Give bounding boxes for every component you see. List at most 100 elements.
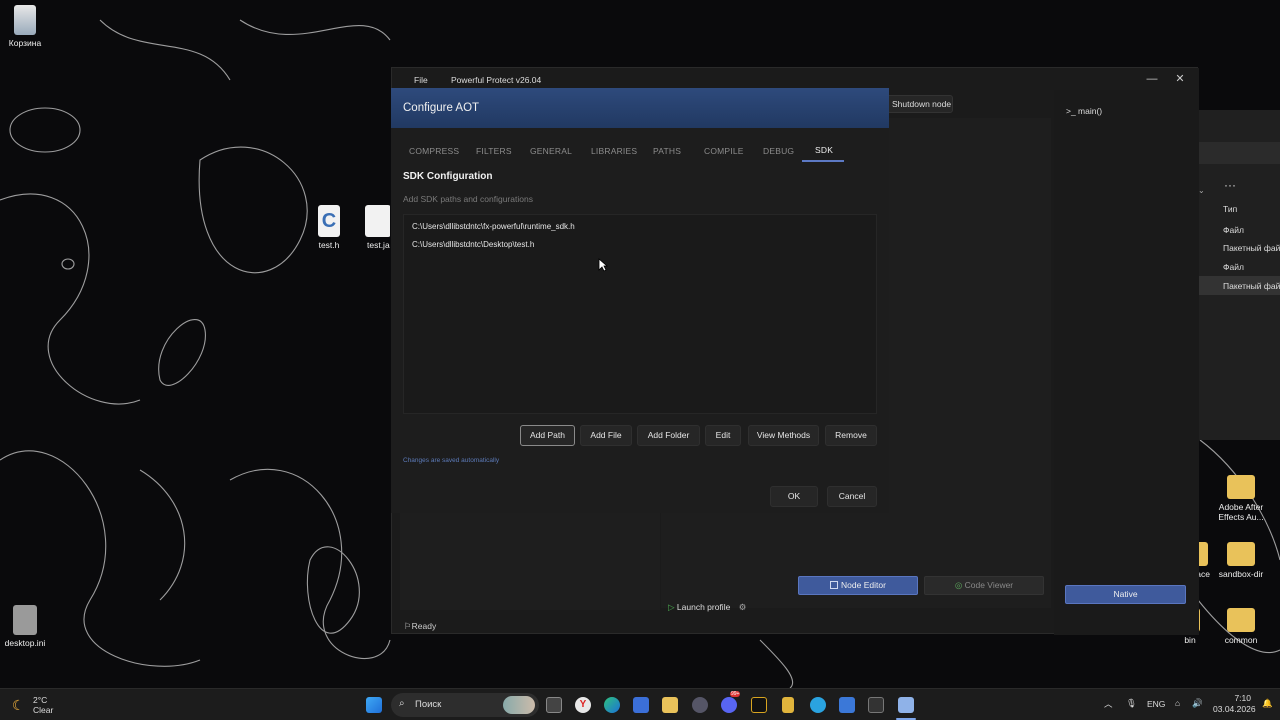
native-label: Native [1113, 589, 1138, 599]
yandex-browser-icon[interactable]: Y [575, 697, 591, 713]
status-text: Ready [411, 621, 437, 631]
folder-icon [1227, 608, 1255, 632]
taskbar: ☾ 2°C Clear ⌕ Поиск Y 99+ ︿ 🎙 ENG ⌂ 🔊 7:… [0, 688, 1280, 720]
desktop-icon-label: test.jar [367, 240, 390, 250]
notepad-icon[interactable] [839, 697, 855, 713]
node-editor-label: Node Editor [841, 580, 886, 590]
list-item[interactable]: C:\Users\dllibstdntc\fx-powerful\runtime… [412, 222, 575, 231]
menu-file[interactable]: File [414, 75, 428, 85]
shutdown-node-button[interactable]: Shutdown node [885, 95, 953, 113]
notifications-icon[interactable]: 🔔 [1262, 698, 1273, 709]
tab-general[interactable]: GENERAL [530, 146, 572, 156]
file-type-cell[interactable]: Файл [1223, 262, 1244, 272]
desktop-icon-label: Adobe After Effects Au... [1218, 502, 1264, 522]
configure-aot-dialog: Configure AOT COMPRESS FILTERS GENERAL L… [391, 88, 889, 513]
search-icon: ⌕ [399, 698, 405, 709]
clock-time: 7:10 [1234, 693, 1251, 703]
desktop-icon-sandbox-dir[interactable]: sandbox-dir [1211, 542, 1271, 579]
weather-desc: Clear [33, 705, 54, 715]
tab-debug[interactable]: DEBUG [763, 146, 794, 156]
search-box[interactable]: ⌕ Поиск [391, 693, 539, 717]
ok-button[interactable]: OK [770, 486, 818, 507]
file-type-cell[interactable]: Пакетный файл [1223, 243, 1280, 253]
app-icon[interactable] [751, 697, 767, 713]
node-editor-button[interactable]: Node Editor [798, 576, 918, 595]
desktop-icon-common[interactable]: common [1211, 608, 1271, 645]
gear-icon[interactable]: ⚙ [739, 602, 747, 612]
add-folder-button[interactable]: Add Folder [637, 425, 700, 446]
column-header-type[interactable]: Тип [1223, 204, 1237, 214]
recycle-bin-icon [14, 5, 36, 35]
code-viewer-button[interactable]: ◎ Code Viewer [924, 576, 1044, 595]
active-tab-indicator [802, 160, 844, 162]
launch-profile-label: Launch profile [676, 602, 731, 612]
minimize-icon[interactable]: — [1144, 72, 1160, 86]
autosave-note: Changes are saved automatically [403, 457, 500, 464]
tab-sdk[interactable]: SDK [815, 145, 833, 155]
file-type-cell[interactable]: Файл [1223, 225, 1244, 235]
powerful-protect-icon[interactable] [898, 697, 914, 713]
weather-moon-icon: ☾ [12, 697, 25, 713]
cancel-button[interactable]: Cancel [827, 486, 877, 507]
terminal-icon[interactable] [868, 697, 884, 713]
dialog-title: Configure AOT [403, 102, 480, 114]
title-bar: File Powerful Protect v26.04 — ✕ [392, 68, 1199, 90]
file-type-cell[interactable]: Пакетный файл [1223, 281, 1280, 291]
view-methods-button[interactable]: View Methods [748, 425, 819, 446]
launch-profile-button[interactable]: ▷ Launch profile ⚙ [668, 602, 746, 613]
network-icon[interactable]: ⌂ [1175, 698, 1180, 708]
add-path-button[interactable]: Add Path [520, 425, 575, 446]
desktop-icon-desktop-ini[interactable]: desktop.ini [0, 605, 55, 648]
close-icon[interactable]: ✕ [1172, 72, 1188, 86]
shutdown-node-label: Shutdown node [892, 99, 952, 109]
eye-icon: ◎ [954, 580, 965, 590]
flag-icon: ⚐ [404, 621, 412, 631]
discord-icon[interactable]: 99+ [721, 691, 741, 713]
desktop-icon-recycle-bin[interactable]: Корзина [0, 5, 55, 48]
app-icon[interactable] [782, 697, 794, 713]
tab-libraries[interactable]: LIBRARIES [591, 146, 637, 156]
microphone-icon[interactable]: 🎙 [1126, 698, 1137, 709]
remove-button[interactable]: Remove [825, 425, 877, 446]
chevron-down-icon[interactable]: ⌄ [1198, 186, 1205, 195]
telegram-icon[interactable] [810, 697, 826, 713]
native-button[interactable]: Native [1065, 585, 1186, 604]
notification-badge: 99+ [730, 691, 741, 697]
store-icon[interactable] [633, 697, 649, 713]
tab-compile[interactable]: COMPILE [704, 146, 744, 156]
desktop-icon-after-effects[interactable]: Adobe After Effects Au... [1211, 475, 1271, 522]
explorer-toolbar [1198, 142, 1280, 164]
volume-icon[interactable]: 🔊 [1192, 698, 1203, 709]
java-file-icon [365, 205, 390, 237]
file-explorer-icon[interactable] [662, 697, 678, 713]
settings-file-icon [13, 605, 37, 635]
app-icon[interactable] [692, 697, 708, 713]
tab-filters[interactable]: FILTERS [476, 146, 512, 156]
search-placeholder: Поиск [415, 699, 442, 710]
main-function-item[interactable]: >_ main() [1066, 106, 1102, 116]
add-file-button[interactable]: Add File [580, 425, 632, 446]
more-options-button[interactable]: ··· [1224, 178, 1236, 192]
code-viewer-label: Code Viewer [964, 580, 1014, 590]
desktop-icon-label: sandbox-dir [1218, 569, 1264, 579]
tab-paths[interactable]: PATHS [653, 146, 681, 156]
chevron-up-icon[interactable]: ︿ [1104, 698, 1113, 710]
task-view-icon[interactable] [546, 697, 562, 713]
weather-widget[interactable]: 2°C Clear [33, 695, 53, 715]
mouse-cursor-icon [598, 258, 608, 272]
edit-button[interactable]: Edit [705, 425, 741, 446]
search-highlight-image [503, 696, 535, 714]
edge-icon[interactable] [604, 697, 620, 713]
desktop-icon-label: desktop.ini [4, 638, 46, 648]
start-icon[interactable] [366, 697, 382, 713]
window-title: Powerful Protect v26.04 [451, 75, 542, 85]
clock[interactable]: 7:10 03.04.2026 [1213, 693, 1256, 715]
language-indicator[interactable]: ENG [1147, 699, 1165, 709]
sdk-path-list[interactable]: C:\Users\dllibstdntc\fx-powerful\runtime… [403, 214, 877, 414]
list-item[interactable]: C:\Users\dllibstdntc\Desktop\test.h [412, 240, 534, 249]
node-editor-icon [830, 581, 839, 589]
desktop-icon-test-jar[interactable]: test.jar [350, 205, 390, 250]
section-subtitle: Add SDK paths and configurations [403, 194, 533, 204]
tab-compress[interactable]: COMPRESS [409, 146, 459, 156]
folder-icon [1227, 542, 1255, 566]
